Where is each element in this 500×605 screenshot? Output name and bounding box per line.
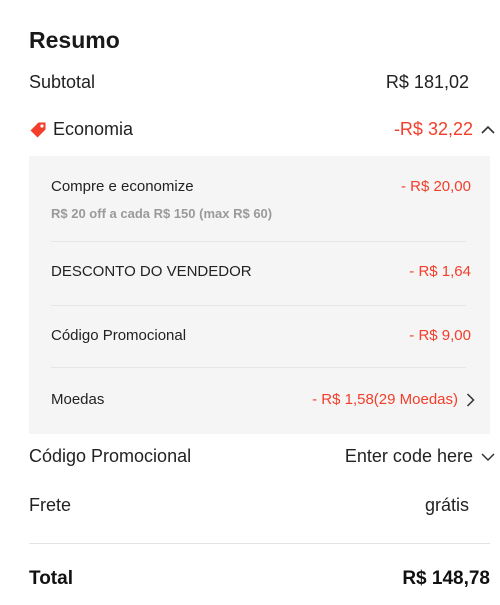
chevron-right-icon[interactable]	[466, 392, 475, 407]
shipping-row: Frete grátis	[29, 495, 469, 516]
savings-label-group: Economia	[29, 119, 133, 140]
chevron-down-icon[interactable]	[481, 452, 495, 462]
savings-details-panel: Compre e economize - R$ 20,00 R$ 20 off …	[29, 156, 490, 434]
savings-label: Economia	[53, 119, 134, 139]
divider	[29, 543, 490, 544]
savings-detail-item: Compre e economize - R$ 20,00	[51, 178, 471, 195]
detail-label: Código Promocional	[51, 327, 187, 344]
detail-value: - R$ 9,00	[409, 327, 471, 344]
savings-value: -R$ 32,22	[393, 119, 473, 139]
coins-row[interactable]: Moedas - R$ 1,58(29 Moedas)	[51, 391, 475, 408]
savings-detail-item: Código Promocional - R$ 9,00	[51, 327, 471, 344]
chevron-up-icon[interactable]	[481, 125, 495, 135]
subtotal-value: R$ 181,02	[385, 72, 469, 92]
detail-value: - R$ 1,64	[409, 263, 471, 280]
detail-label: Compre e economize	[51, 178, 194, 195]
detail-value: - R$ 1,58(29 Moedas)	[312, 391, 458, 408]
shipping-value: grátis	[424, 495, 469, 515]
summary-title: Resumo	[29, 27, 120, 53]
total-label: Total	[29, 568, 73, 589]
coins-value-group: - R$ 1,58(29 Moedas)	[312, 391, 475, 408]
savings-detail-item: DESCONTO DO VENDEDOR - R$ 1,64	[51, 263, 471, 280]
promo-code-input-group[interactable]: Enter code here	[345, 446, 495, 467]
detail-divider	[51, 305, 466, 306]
detail-value: - R$ 20,00	[400, 178, 471, 195]
detail-subtext: R$ 20 off a cada R$ 150 (max R$ 60)	[51, 206, 273, 221]
savings-row[interactable]: Economia -R$ 32,22	[29, 119, 495, 140]
total-value: R$ 148,78	[402, 568, 490, 589]
promo-code-label: Código Promocional	[29, 446, 192, 466]
shipping-label: Frete	[29, 495, 72, 515]
detail-label: DESCONTO DO VENDEDOR	[51, 263, 252, 280]
total-row: Total R$ 148,78	[29, 568, 490, 590]
detail-label: Moedas	[51, 391, 105, 408]
subtotal-row: Subtotal R$ 181,02	[29, 72, 469, 93]
detail-divider	[51, 367, 466, 368]
savings-value-group: -R$ 32,22	[394, 119, 495, 140]
tag-icon	[29, 121, 47, 139]
subtotal-label: Subtotal	[29, 72, 96, 92]
promo-code-placeholder[interactable]: Enter code here	[345, 446, 473, 467]
detail-divider	[51, 241, 466, 242]
promo-code-row[interactable]: Código Promocional Enter code here	[29, 446, 495, 467]
